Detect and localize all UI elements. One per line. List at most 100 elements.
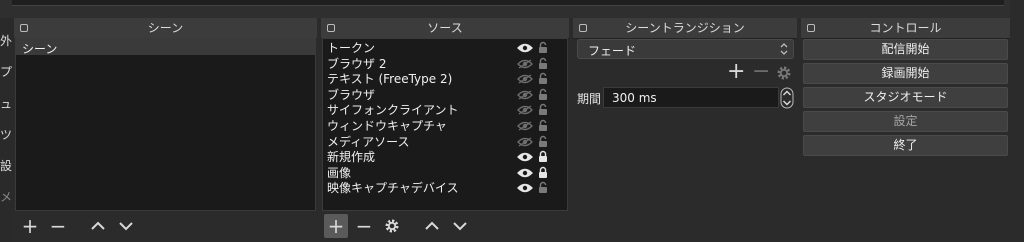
menu-fragment[interactable]: メ [0,188,12,205]
menu-fragment[interactable]: 外 [0,32,12,49]
source-item[interactable]: 画像 [323,165,566,181]
minus-icon: − [355,214,373,238]
chevron-up-icon [425,221,439,230]
menu-fragment[interactable]: ツ [0,126,12,143]
eye-icon[interactable] [517,137,533,147]
scenes-dock-title: シーン [14,18,317,39]
source-item-label: 映像キャプチャデバイス [327,181,459,196]
source-item-label: 画像 [327,165,352,180]
duration-label: 期間 [577,92,602,106]
source-item[interactable]: テキスト (FreeType 2) [323,71,566,87]
source-item-label: 新規作成 [327,150,376,165]
eye-icon[interactable] [517,43,533,53]
menu-fragment[interactable]: 設 [0,157,12,174]
add-source-button[interactable]: + [324,214,348,238]
gear-icon[interactable] [776,65,792,81]
left-menu: 外 プ ュ ツ 設 メ [0,18,14,242]
duration-stepper-icon[interactable] [780,87,794,109]
scene-item[interactable]: シーン [16,39,315,56]
move-scene-down-button[interactable] [114,214,138,238]
add-transition-button[interactable]: + [727,59,745,84]
lock-icon[interactable] [538,119,548,132]
source-item-label: トークン [327,41,376,55]
top-preview-area [12,0,1004,6]
transition-select[interactable]: フェード [577,39,794,59]
eye-icon[interactable] [517,168,533,178]
dock-float-icon[interactable] [579,24,587,32]
source-item[interactable]: 新規作成 [323,149,566,165]
studio-mode-button[interactable]: スタジオモード [803,87,1008,108]
transition-select-value: フェード [588,44,637,58]
move-source-down-button[interactable] [448,214,472,238]
move-scene-up-button[interactable] [86,214,110,238]
source-item-label: メディアソース [327,134,410,149]
dock-float-icon[interactable] [807,24,815,32]
source-item[interactable]: ウィンドウキャプチャ [323,118,566,134]
source-item[interactable]: トークン [323,40,566,56]
source-properties-button[interactable] [380,214,404,238]
start-recording-button[interactable]: 録画開始 [803,63,1008,84]
exit-button[interactable]: 終了 [803,135,1008,156]
lock-icon[interactable] [538,41,548,54]
eye-icon[interactable] [517,105,533,115]
minus-icon: − [49,214,67,238]
transitions-title: シーントランジション [625,21,745,35]
chevron-down-icon [453,222,467,231]
eye-icon[interactable] [517,59,533,69]
plus-icon: + [327,214,345,238]
source-item-label: サイフォンクライアント [327,103,459,118]
duration-value: 300 ms [612,91,657,105]
settings-button[interactable]: 設定 [803,111,1008,132]
remove-scene-button[interactable]: − [46,214,70,238]
lock-icon[interactable] [538,166,548,179]
lock-icon[interactable] [538,88,548,101]
start-streaming-button[interactable]: 配信開始 [803,39,1008,60]
right-edge [1010,0,1024,242]
gear-icon [385,219,399,233]
source-item-label: ブラウザ 2 [327,56,387,71]
scenes-list[interactable]: シーン [15,38,316,211]
source-item-label: ウィンドウキャプチャ [327,119,447,133]
eye-icon[interactable] [517,74,533,84]
scenes-toolbar: + − [18,214,138,238]
scenes-title: シーン [147,21,184,35]
duration-spinbox[interactable]: 300 ms [603,87,779,108]
lock-icon[interactable] [538,135,548,148]
source-item-label: ブラウザ [327,87,376,102]
remove-source-button[interactable]: − [352,214,376,238]
eye-icon[interactable] [517,183,533,193]
move-source-up-button[interactable] [420,214,444,238]
lock-icon[interactable] [538,150,548,163]
sources-dock-title: ソース [321,18,569,39]
eye-icon[interactable] [517,152,533,162]
sources-list[interactable]: トークン ブラウザ 2 テキスト (FreeType 2) ブラウザ サイフォンクライア… [322,38,568,211]
lock-icon[interactable] [538,181,548,194]
chevron-up-icon [91,221,105,230]
source-item-label: テキスト (FreeType 2) [327,72,453,87]
source-item[interactable]: ブラウザ [323,87,566,103]
source-item[interactable]: サイフォンクライアント [323,102,566,118]
dock-float-icon[interactable] [20,24,28,32]
add-scene-button[interactable]: + [18,214,42,238]
menu-fragment[interactable]: プ [0,63,12,80]
plus-icon: + [21,214,39,238]
dock-float-icon[interactable] [327,24,335,32]
transition-toolbar: + − [724,59,794,84]
eye-icon[interactable] [517,121,533,131]
eye-icon[interactable] [517,90,533,100]
controls-title: コントロール [869,21,942,35]
transitions-dock-title: シーントランジション [573,18,797,39]
source-item[interactable]: メディアソース [323,134,566,150]
lock-icon[interactable] [538,72,548,85]
chevron-down-icon [119,222,133,231]
chevron-up-down-icon [780,43,788,55]
source-item[interactable]: 映像キャプチャデバイス [323,180,566,196]
controls-dock-title: コントロール [801,18,1010,39]
menu-fragment[interactable]: ュ [0,95,12,112]
lock-icon[interactable] [538,103,548,116]
lock-icon[interactable] [538,57,548,70]
sources-title: ソース [427,21,463,35]
scene-item-label: シーン [22,42,58,56]
remove-transition-button[interactable]: − [752,59,770,84]
source-item[interactable]: ブラウザ 2 [323,56,566,72]
